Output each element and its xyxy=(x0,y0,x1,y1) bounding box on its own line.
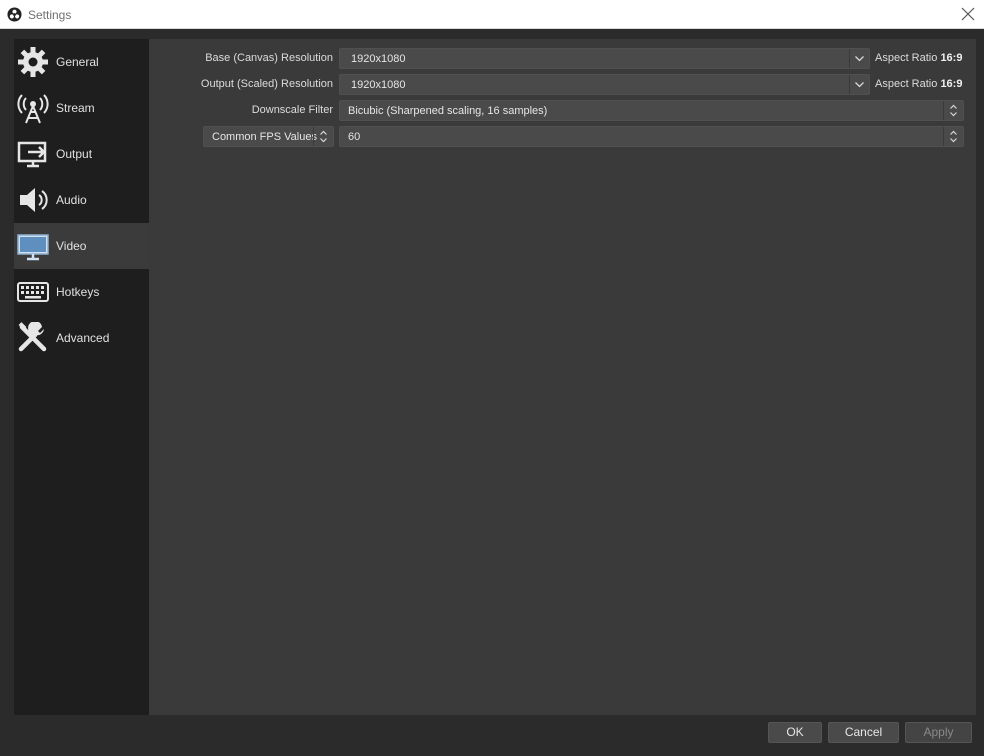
sidebar-item-audio[interactable]: Audio xyxy=(14,177,149,223)
downscale-filter-value: Bicubic (Sharpened scaling, 16 samples) xyxy=(348,105,548,117)
sidebar-item-label: Stream xyxy=(56,101,95,115)
sidebar-item-hotkeys[interactable]: Hotkeys xyxy=(14,269,149,315)
sidebar-item-label: Hotkeys xyxy=(56,285,100,299)
base-aspect-ratio: Aspect Ratio 16:9 xyxy=(875,52,962,64)
fps-type-value: Common FPS Values xyxy=(212,131,317,143)
antenna-icon xyxy=(17,94,49,124)
ok-button[interactable]: OK xyxy=(768,722,822,743)
output-resolution-value: 1920x1080 xyxy=(351,79,406,91)
output-aspect-ratio: Aspect Ratio 16:9 xyxy=(875,78,962,90)
keyboard-icon xyxy=(17,282,49,302)
settings-sidebar: General Stream Output Audio Video Hotkey… xyxy=(14,39,149,715)
close-icon[interactable] xyxy=(961,7,975,21)
sidebar-item-label: Output xyxy=(56,147,93,161)
apply-button[interactable]: Apply xyxy=(905,722,972,743)
output-monitor-icon xyxy=(17,141,47,168)
cancel-button[interactable]: Cancel xyxy=(828,722,899,743)
settings-window: Settings General Stream Output Audio Vid… xyxy=(0,0,984,756)
fps-type-spin-button[interactable] xyxy=(313,127,333,146)
downscale-filter-select[interactable]: Bicubic (Sharpened scaling, 16 samples) xyxy=(339,100,964,121)
aspect-ratio-value: 16:9 xyxy=(940,52,963,64)
output-resolution-label: Output (Scaled) Resolution xyxy=(200,78,333,90)
aspect-ratio-label: Aspect Ratio xyxy=(875,52,938,64)
settings-content: General Stream Output Audio Video Hotkey… xyxy=(0,29,984,756)
fps-value-spin-button[interactable] xyxy=(943,127,963,146)
downscale-filter-spin-button[interactable] xyxy=(943,101,963,120)
monitor-icon xyxy=(17,234,49,261)
chevron-down-icon xyxy=(855,56,864,62)
sidebar-item-label: Advanced xyxy=(56,331,110,345)
fps-value: 60 xyxy=(348,131,361,143)
base-resolution-value: 1920x1080 xyxy=(351,53,406,65)
chevron-down-icon xyxy=(855,82,864,88)
window-title: Settings xyxy=(28,8,72,22)
fps-value-select[interactable]: 60 xyxy=(339,126,964,147)
sidebar-item-advanced[interactable]: Advanced xyxy=(14,315,149,361)
sidebar-item-stream[interactable]: Stream xyxy=(14,85,149,131)
video-settings-panel: Base (Canvas) Resolution 1920x1080 Aspec… xyxy=(149,39,976,715)
sidebar-item-label: Audio xyxy=(56,193,87,207)
sidebar-item-output[interactable]: Output xyxy=(14,131,149,177)
chevron-updown-icon xyxy=(320,130,327,143)
sidebar-item-label: Video xyxy=(56,239,87,253)
output-resolution-dropdown-button[interactable] xyxy=(849,75,869,94)
aspect-ratio-value: 16:9 xyxy=(940,78,963,90)
downscale-filter-label: Downscale Filter xyxy=(251,104,333,116)
gear-icon xyxy=(18,47,48,77)
title-bar: Settings xyxy=(0,0,984,29)
chevron-updown-icon xyxy=(950,104,957,117)
base-resolution-dropdown-button[interactable] xyxy=(849,49,869,68)
output-resolution-combo[interactable]: 1920x1080 xyxy=(339,74,870,95)
sidebar-item-label: General xyxy=(56,55,99,69)
sidebar-item-video[interactable]: Video xyxy=(14,223,149,269)
chevron-updown-icon xyxy=(950,130,957,143)
fps-type-select[interactable]: Common FPS Values xyxy=(203,126,334,147)
base-resolution-label: Base (Canvas) Resolution xyxy=(205,52,333,64)
base-resolution-combo[interactable]: 1920x1080 xyxy=(339,48,870,69)
obs-logo-icon xyxy=(7,7,22,22)
aspect-ratio-label: Aspect Ratio xyxy=(875,78,938,90)
sidebar-item-general[interactable]: General xyxy=(14,39,149,85)
tools-icon xyxy=(18,322,47,352)
speaker-icon xyxy=(20,188,48,212)
